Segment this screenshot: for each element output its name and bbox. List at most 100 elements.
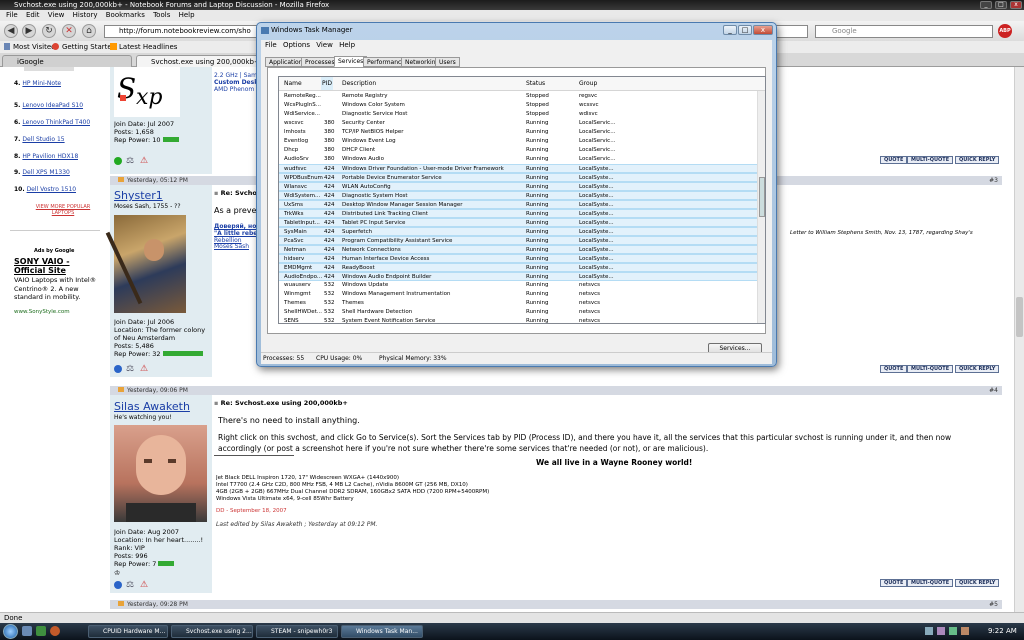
post-number[interactable]: #5 (989, 600, 998, 609)
sidebar-item[interactable]: 10. Dell Vostro 1510 (14, 186, 76, 193)
home-icon[interactable]: ⌂ (82, 24, 96, 38)
taskbar-item-firefox[interactable]: Svchost.exe using 2... (171, 625, 253, 638)
tm-menu-view[interactable]: View (316, 41, 333, 49)
service-row[interactable]: wuauserv 532 Windows Update Running netsvcs (279, 281, 757, 290)
menu-help[interactable]: Help (179, 11, 195, 19)
quote-button[interactable]: QUOTE (880, 579, 908, 587)
service-row[interactable]: Eventlog 380 Windows Event Log Running Local… (279, 137, 757, 146)
taskbar-item-cpuid[interactable]: CPUID Hardware M... (88, 625, 168, 638)
page-scrollbar[interactable] (1014, 67, 1024, 612)
column-group[interactable]: Group (579, 77, 597, 91)
menu-edit[interactable]: Edit (26, 11, 40, 19)
tab-users[interactable]: Users (435, 57, 460, 67)
username[interactable]: Silas Awaketh (114, 400, 190, 413)
tm-menu-options[interactable]: Options (283, 41, 310, 49)
search-input[interactable]: Google (815, 25, 993, 38)
tm-menu-file[interactable]: File (265, 41, 277, 49)
tab-igoogle[interactable]: iGoogle (2, 55, 132, 67)
service-row[interactable]: PcaSvc 424 Program Compatibility Assistant… (279, 236, 757, 245)
service-row[interactable]: UxSms 424 Desktop Window Manager Session M… (279, 200, 757, 209)
service-row[interactable]: TabletInput... 424 Tablet PC Input Service… (279, 218, 757, 227)
service-row[interactable]: SysMain 424 Superfetch Running LocalSyste... (279, 227, 757, 236)
service-row[interactable]: TrkWks 424 Distributed Link Tracking Clien… (279, 209, 757, 218)
taskbar-item-task-manager[interactable]: Windows Task Man... (341, 625, 423, 638)
service-row[interactable]: wscsvc 380 Security Center Running LocalServ… (279, 119, 757, 128)
quote-button[interactable]: QUOTE (880, 156, 908, 164)
view-more-laptops-link[interactable]: VIEW MORE POPULAR LAPTOPS (28, 204, 98, 216)
multi-quote-button[interactable]: MULTI-QUOTE (907, 365, 954, 373)
bookmark-latest-headlines[interactable]: Latest Headlines (119, 41, 177, 53)
sidebar-item[interactable]: 9. Dell XPS M1330 (14, 169, 70, 176)
service-row[interactable]: wudfsvc 424 Windows Driver Foundation - Us… (279, 164, 757, 173)
post-number[interactable]: #4 (989, 386, 998, 395)
quick-reply-button[interactable]: QUICK REPLY (955, 156, 1000, 164)
report-post-icon[interactable]: ⚠ (140, 364, 148, 374)
column-status[interactable]: Status (526, 77, 545, 91)
tray-app-icon[interactable] (961, 627, 969, 635)
clock[interactable]: 9:22 AM (988, 625, 1017, 638)
tab-processes[interactable]: Processes (301, 57, 339, 67)
column-description[interactable]: Description (342, 77, 376, 91)
reputation-icon[interactable]: ⚖ (126, 364, 134, 374)
service-row[interactable]: SENS 532 System Event Notification Service… (279, 317, 757, 323)
menu-bookmarks[interactable]: Bookmarks (106, 11, 145, 19)
scrollbar-thumb[interactable] (1016, 297, 1023, 337)
sidebar-item[interactable]: 5. Lenovo IdeaPad S10 (14, 102, 83, 109)
service-row[interactable]: WdiService... Diagnostic Service Host Stop… (279, 110, 757, 119)
scrollbar-thumb[interactable] (759, 177, 765, 217)
quicklaunch-desktop-icon[interactable] (22, 626, 32, 636)
tray-volume-icon[interactable] (937, 627, 945, 635)
ad-url[interactable]: www.SonyStyle.com (14, 309, 70, 315)
post-number[interactable]: #3 (989, 176, 998, 185)
back-icon[interactable]: ◀ (4, 24, 18, 38)
taskbar-item-steam[interactable]: STEAM - snipewh0r3 (256, 625, 338, 638)
quicklaunch-switch-icon[interactable] (36, 626, 46, 636)
sidebar-item[interactable]: 4. HP Mini-Note (14, 80, 61, 87)
sidebar-item[interactable]: 7. Dell Studio 15 (14, 136, 65, 143)
menu-history[interactable]: History (73, 11, 98, 19)
quick-reply-button[interactable]: QUICK REPLY (955, 365, 1000, 373)
close-icon[interactable]: x (753, 25, 773, 35)
minimize-icon[interactable]: _ (723, 25, 737, 35)
service-row[interactable]: hidserv 424 Human Interface Device Access R… (279, 254, 757, 263)
service-row[interactable]: RemoteReg... Remote Registry Stopped regsvc (279, 92, 757, 101)
menu-view[interactable]: View (48, 11, 65, 19)
reload-icon[interactable]: ↻ (42, 24, 56, 38)
bookmark-most-visited[interactable]: Most Visited (13, 41, 56, 53)
service-row[interactable]: AudioSrv 380 Windows Audio Running LocalServ… (279, 155, 757, 164)
service-row[interactable]: Dhcp 380 DHCP Client Running LocalServic... (279, 146, 757, 155)
service-row[interactable]: Winmgmt 532 Windows Management Instrumenta… (279, 290, 757, 299)
report-post-icon[interactable]: ⚠ (140, 580, 148, 590)
service-row[interactable]: lmhosts 380 TCP/IP NetBIOS Helper Running Lo… (279, 128, 757, 137)
quicklaunch-firefox-icon[interactable] (50, 626, 60, 636)
menu-file[interactable]: File (6, 11, 18, 19)
sidebar-item[interactable]: 8. HP Pavilion HDX18 (14, 153, 78, 160)
service-row[interactable]: ShellHWDet... 532 Shell Hardware Detection… (279, 308, 757, 317)
close-icon[interactable]: x (1010, 1, 1022, 9)
service-row[interactable]: Netman 424 Network Connections Running Local… (279, 245, 757, 254)
maximize-icon[interactable]: □ (738, 25, 752, 35)
quick-reply-button[interactable]: QUICK REPLY (955, 579, 1000, 587)
ad-title[interactable]: SONY VAIO - Official Site (14, 257, 100, 275)
service-row[interactable]: Themes 532 Themes Running netsvcs (279, 299, 757, 308)
reputation-icon[interactable]: ⚖ (126, 156, 134, 166)
stop-icon[interactable]: ✕ (62, 24, 76, 38)
report-post-icon[interactable]: ⚠ (140, 156, 148, 166)
service-row[interactable]: AudioEndpo... 424 Windows Audio Endpoint B… (279, 272, 757, 281)
username[interactable]: Shyster1 (114, 189, 163, 202)
menu-tools[interactable]: Tools (153, 11, 170, 19)
multi-quote-button[interactable]: MULTI-QUOTE (907, 156, 954, 164)
tray-steam-icon[interactable] (949, 627, 957, 635)
service-row[interactable]: WcsPlugInS... Windows Color System Stopped… (279, 101, 757, 110)
minimize-icon[interactable]: _ (980, 1, 992, 9)
signature-link[interactable]: "A little rebell (214, 230, 261, 237)
services-scrollbar[interactable] (757, 91, 765, 323)
reputation-icon[interactable]: ⚖ (126, 580, 134, 590)
maximize-icon[interactable]: □ (995, 1, 1007, 9)
bookmark-getting-started[interactable]: Getting Started (62, 41, 116, 53)
tab-svchost[interactable]: Svchost.exe using 200,000kb+ -... (136, 55, 266, 67)
multi-quote-button[interactable]: MULTI-QUOTE (907, 579, 954, 587)
service-row[interactable]: WdiSystem... 424 Diagnostic System Host Run… (279, 191, 757, 200)
column-name[interactable]: Name (284, 77, 302, 91)
tray-network-icon[interactable] (925, 627, 933, 635)
